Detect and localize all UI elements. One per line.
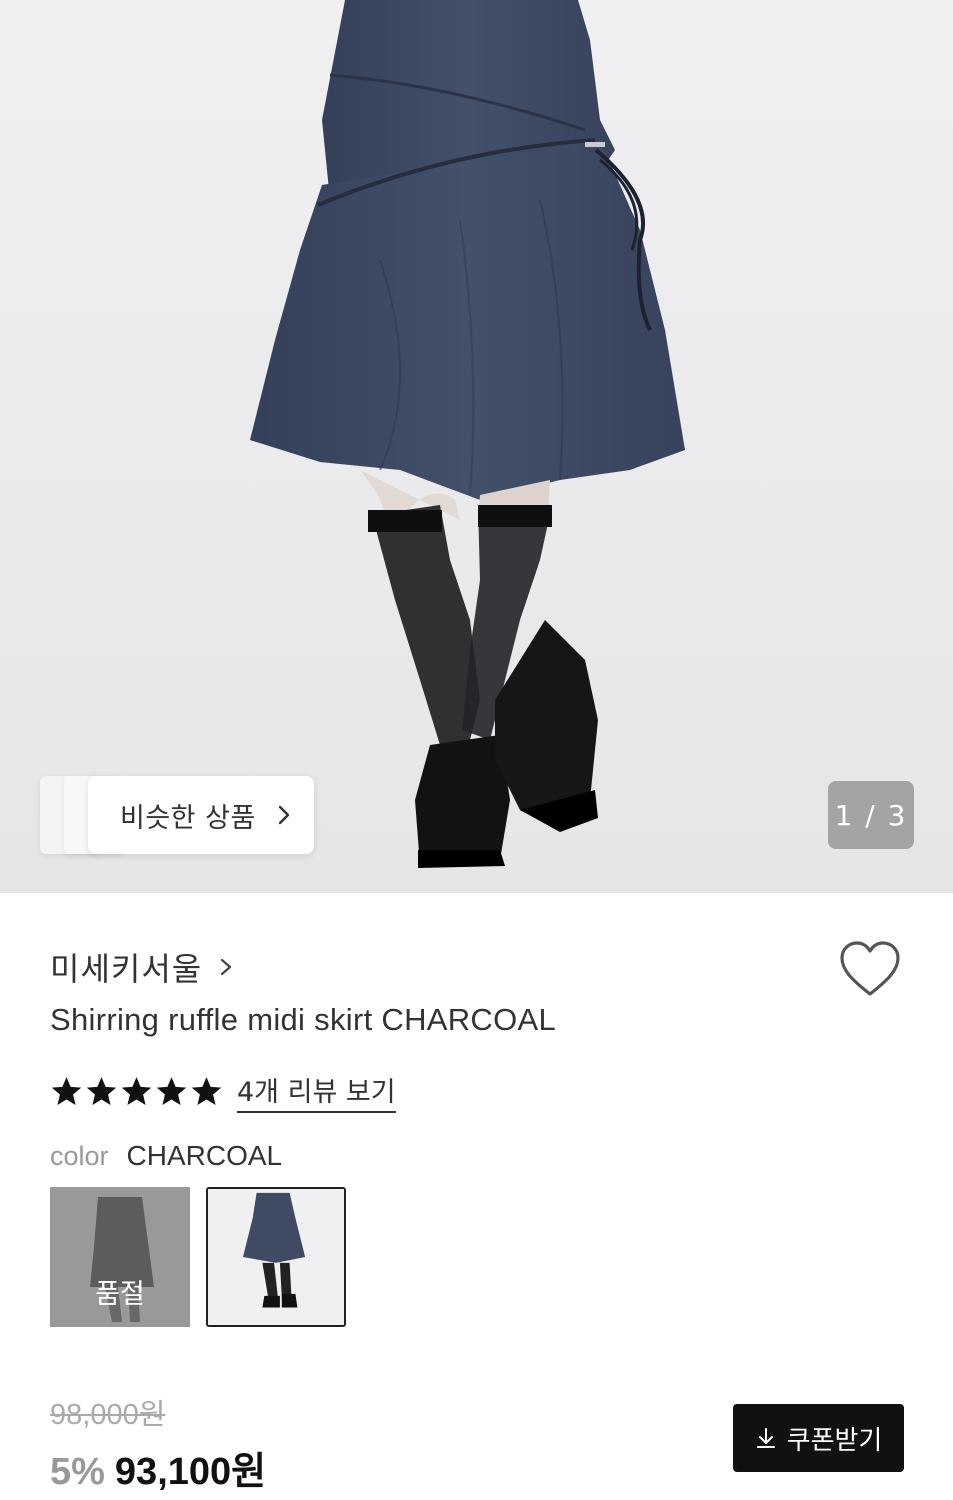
star-icon [86, 1077, 117, 1105]
price-row: 5% 93,100원 [50, 1440, 266, 1495]
heart-icon[interactable] [838, 940, 902, 1000]
reviews-link[interactable]: 4개 리뷰 보기 [237, 1070, 396, 1113]
brand-name: 미세키서울 [50, 950, 203, 988]
sold-out-overlay: 품절 [50, 1187, 190, 1327]
color-option-row: color CHARCOAL [50, 1140, 282, 1172]
color-swatch-selected[interactable] [206, 1187, 346, 1327]
star-icon [191, 1077, 222, 1105]
similar-products-chip[interactable]: 비슷한 상품 [40, 776, 314, 854]
coupon-button[interactable]: 쿠폰받기 [733, 1404, 904, 1472]
brand-link[interactable]: 미세키서울 [50, 944, 236, 990]
image-counter: 1 / 3 [828, 781, 914, 849]
star-rating [50, 1075, 223, 1108]
coupon-label: 쿠폰받기 [786, 1425, 883, 1456]
color-swatch-sold-out[interactable]: 품절 [50, 1187, 190, 1327]
star-icon [156, 1077, 187, 1105]
similar-products-button[interactable]: 비슷한 상품 [88, 776, 314, 854]
chevron-right-icon [221, 958, 232, 976]
product-photo [0, 0, 953, 893]
chevron-right-icon [278, 805, 289, 825]
original-price: 98,000원 [50, 1399, 166, 1431]
similar-products-label: 비슷한 상품 [120, 802, 256, 834]
product-title: Shirring ruffle midi skirt CHARCOAL [50, 1002, 557, 1037]
color-label: color [50, 1141, 109, 1171]
download-icon [756, 1428, 775, 1448]
color-value: CHARCOAL [126, 1140, 283, 1171]
swatch-thumbnail [208, 1189, 344, 1325]
product-image-carousel[interactable]: 비슷한 상품 1 / 3 [0, 0, 953, 893]
sale-price: 93,100원 [114, 1451, 267, 1493]
star-icon [121, 1077, 152, 1105]
star-icon [51, 1077, 82, 1105]
rating-row: 4개 리뷰 보기 [50, 1070, 396, 1113]
discount-rate: 5% [50, 1451, 105, 1493]
